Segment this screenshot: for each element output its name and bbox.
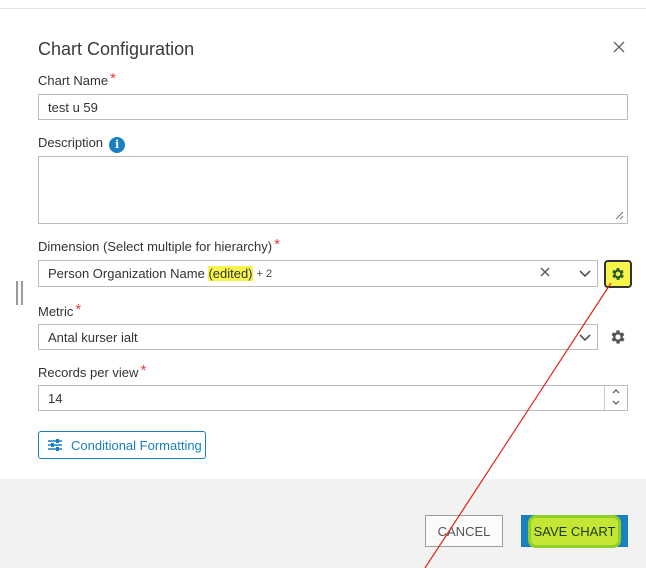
conditional-formatting-button[interactable]: Conditional Formatting [38,431,206,459]
metric-label: Metric * [38,301,82,319]
metric-settings-gear-icon[interactable] [609,328,627,346]
chart-name-input[interactable]: test u 59 [38,94,628,120]
description-textarea[interactable] [38,156,628,224]
records-per-view-label: Records per view * [38,362,147,380]
stepper-up-icon[interactable] [605,385,626,397]
records-per-view-input[interactable]: 14 [38,385,628,411]
save-chart-button[interactable]: SAVE CHART [521,515,628,547]
edited-tag: (edited) [208,266,253,281]
close-icon[interactable] [609,37,629,57]
chart-name-label: Chart Name * [38,70,116,88]
drag-handle-icon[interactable] [16,281,24,305]
description-label: Description i [38,135,126,153]
dimension-value: Person Organization Name [48,266,205,281]
dimension-label: Dimension (Select multiple for hierarchy… [38,236,280,254]
stepper-down-icon[interactable] [605,397,626,409]
metric-chevron-down-icon[interactable] [578,330,592,349]
dimension-extra-count: + 2 [256,267,273,280]
metric-select[interactable]: Antal kurser ialt [38,324,598,350]
dimension-select[interactable]: Person Organization Name (edited) + 2 [38,260,598,287]
info-icon[interactable]: i [109,137,126,153]
resize-handle-icon[interactable] [614,210,624,220]
chevron-down-icon[interactable] [578,266,592,285]
dimension-settings-gear-icon[interactable] [604,260,632,288]
dialog-title: Chart Configuration [38,39,195,59]
top-divider [0,8,646,9]
clear-selection-icon[interactable] [538,265,552,279]
cancel-button[interactable]: CANCEL [425,515,503,547]
records-stepper[interactable] [604,385,626,410]
sliders-icon [48,439,62,451]
